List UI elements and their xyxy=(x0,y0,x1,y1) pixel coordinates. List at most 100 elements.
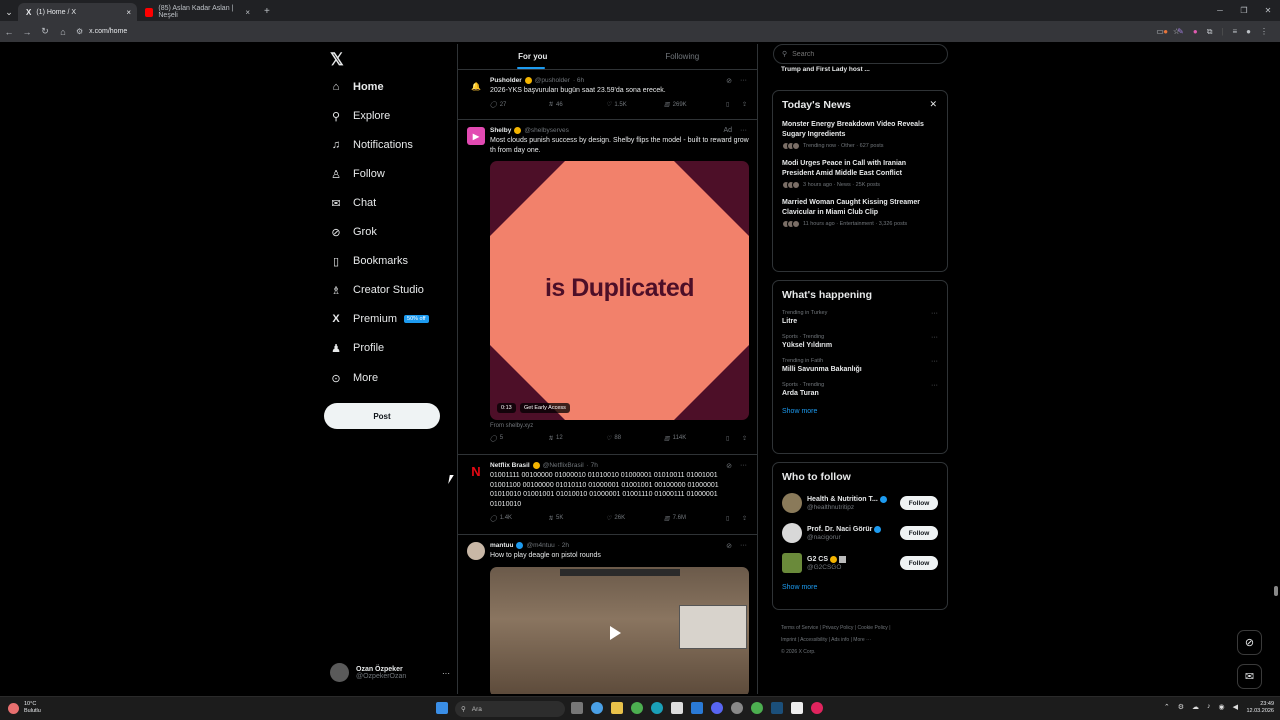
more-icon[interactable]: ··· xyxy=(740,127,747,134)
extension-icon[interactable]: ● xyxy=(1193,27,1198,36)
close-tab-icon[interactable]: × xyxy=(245,8,250,17)
sidebar-item-follow[interactable]: ♙ Follow xyxy=(330,168,385,181)
minimize-icon[interactable]: ─ xyxy=(1208,0,1232,21)
sidebar-item-explore[interactable]: ⚲ Explore xyxy=(330,110,390,123)
follow-button[interactable]: Follow xyxy=(900,556,938,570)
sidebar-item-profile[interactable]: ♟ Profile xyxy=(330,342,384,355)
x-logo-icon[interactable]: 𝕏 xyxy=(330,50,344,70)
like-button[interactable]: ♡ 1.5K xyxy=(606,101,664,109)
reload-icon[interactable]: ↻ xyxy=(36,26,54,37)
follow-suggestion[interactable]: Health & Nutrition T... @healthnutritipz… xyxy=(782,493,938,513)
sidebar-item-chat[interactable]: ✉ Chat xyxy=(330,197,376,210)
extension-icon[interactable]: ● xyxy=(1163,27,1168,36)
tweet-author-handle[interactable]: @pusholder xyxy=(535,77,570,84)
like-button[interactable]: ♡ 88 xyxy=(606,435,664,442)
like-button[interactable]: ♡ 26K xyxy=(606,515,664,522)
follow-suggestion[interactable]: G2 CS @G2CSGO Follow xyxy=(782,553,938,573)
cta-button[interactable]: Get Early Access xyxy=(520,403,570,413)
tweet-video[interactable]: is Duplicated 0:13 Get Early Access xyxy=(490,161,749,420)
messages-button[interactable]: ✉ xyxy=(1237,664,1262,689)
trend-item[interactable]: Trending in Turkey Litre ··· xyxy=(782,310,938,325)
footer-link[interactable]: Imprint xyxy=(781,637,796,643)
footer-link[interactable]: Ads info xyxy=(831,637,849,643)
vscode-icon[interactable] xyxy=(691,702,703,714)
bookmarks-bar-icon[interactable]: ≡ xyxy=(1232,27,1237,36)
more-icon[interactable]: ··· xyxy=(931,334,938,341)
maximize-icon[interactable]: ❐ xyxy=(1232,0,1256,21)
more-icon[interactable]: ··· xyxy=(442,669,450,678)
ad-source[interactable]: From shelby.xyz xyxy=(490,423,749,429)
tweet[interactable]: 🔔 Pusholder @pusholder · 6h ⊘ ··· 2026-YK… xyxy=(458,70,757,120)
netflix-logo-icon[interactable]: N xyxy=(467,462,485,480)
footer-link[interactable]: Terms of Service xyxy=(781,625,818,631)
tweet[interactable]: mantuu @m4ntuu · 2h ⊘ ··· How to play dea… xyxy=(458,535,757,694)
taskbar-search[interactable]: ⚲ Ara xyxy=(455,701,565,717)
share-icon[interactable]: ⇪ xyxy=(742,435,747,442)
avatar[interactable]: ▶ xyxy=(467,127,485,145)
grok-icon[interactable]: ⊘ xyxy=(726,462,732,470)
tweet-time[interactable]: · 6h xyxy=(573,77,584,84)
avatar[interactable]: 🔔 xyxy=(467,77,485,95)
back-icon[interactable]: ← xyxy=(0,27,18,37)
retweet-button[interactable]: ⇅ 46 xyxy=(548,101,606,109)
steam-icon[interactable] xyxy=(771,702,783,714)
more-icon[interactable]: ··· xyxy=(740,542,747,550)
sidebar-item-premium[interactable]: X Premium 50% off xyxy=(330,313,429,325)
weather-widget[interactable]: 10°C Bulutlu xyxy=(8,701,41,715)
grok-icon[interactable]: ⊘ xyxy=(726,77,732,85)
footer-link[interactable]: Privacy Policy xyxy=(822,625,853,631)
browser-tab-x-home[interactable]: X (1) Home / X × xyxy=(18,3,137,21)
show-more-link[interactable]: Show more xyxy=(782,408,938,415)
avatar[interactable] xyxy=(782,523,802,543)
show-more-link[interactable]: Show more xyxy=(782,584,938,591)
menu-icon[interactable]: ⋮ xyxy=(1260,27,1268,36)
tab-following[interactable]: Following xyxy=(608,44,758,69)
new-tab-icon[interactable]: + xyxy=(256,3,278,21)
sidebar-item-home[interactable]: ⌂ Home xyxy=(330,81,384,93)
grok-icon[interactable]: ⊘ xyxy=(726,542,732,550)
chrome-icon[interactable] xyxy=(631,702,643,714)
more-icon[interactable]: ··· xyxy=(931,382,938,389)
post-button[interactable]: Post xyxy=(324,403,440,429)
tweet-author-name[interactable]: Pusholder xyxy=(490,77,522,84)
sidebar-item-more[interactable]: ⊙ More xyxy=(330,372,378,385)
address-bar[interactable]: x.com/home xyxy=(89,28,127,35)
puzzle-icon[interactable]: ⧉ xyxy=(1207,27,1213,37)
trend-item[interactable]: Sports · Trending Arda Turan ··· xyxy=(782,382,938,397)
avatar[interactable] xyxy=(467,542,485,560)
share-icon[interactable]: ⇪ xyxy=(742,101,747,108)
game-video-frame[interactable] xyxy=(490,566,749,694)
page-scrollbar[interactable] xyxy=(1274,586,1278,596)
share-icon[interactable]: ⇪ xyxy=(742,515,747,522)
search-input[interactable] xyxy=(792,50,933,58)
copilot-icon[interactable] xyxy=(591,702,603,714)
views-button[interactable]: ▥ 269K xyxy=(664,101,726,109)
tab-list-icon[interactable]: ⌄ xyxy=(0,3,18,21)
chrome-active-icon[interactable] xyxy=(751,702,763,714)
tweet-ad[interactable]: ▶ Shelby @shelbyserves Ad ··· Most clouds… xyxy=(458,120,757,455)
promo-video-frame[interactable]: is Duplicated 0:13 Get Early Access xyxy=(490,161,749,420)
sidebar-item-notifications[interactable]: ♫ Notifications xyxy=(330,139,413,151)
tweet-author-handle[interactable]: @NetflixBrasil xyxy=(543,462,584,469)
news-item[interactable]: Married Woman Caught Kissing Streamer Cl… xyxy=(782,198,938,228)
media-player-icon[interactable] xyxy=(811,702,823,714)
trending-snippet[interactable]: Trump and First Lady host ... xyxy=(781,66,941,74)
tweet-time[interactable]: · 7h xyxy=(587,462,598,469)
store-icon[interactable] xyxy=(671,702,683,714)
follow-button[interactable]: Follow xyxy=(900,526,938,540)
browser-tab-youtube[interactable]: (85) Aslan Kadar Aslan | Neşeli × xyxy=(137,3,256,21)
tweet[interactable]: N Netflix Brasil @NetflixBrasil · 7h ⊘ ··… xyxy=(458,455,757,535)
tweet-author-name[interactable]: Netflix Brasil xyxy=(490,462,530,469)
profile-icon[interactable]: ● xyxy=(1246,27,1251,36)
network-icon[interactable]: ◉ xyxy=(1219,703,1225,711)
views-button[interactable]: ▥ 7.6M xyxy=(664,515,726,522)
follow-button[interactable]: Follow xyxy=(900,496,938,510)
more-icon[interactable]: ··· xyxy=(931,310,938,317)
retweet-button[interactable]: ⇅ 5K xyxy=(548,515,606,522)
bookmark-icon[interactable]: ▯ xyxy=(726,515,742,522)
avatar[interactable] xyxy=(782,493,802,513)
task-view-icon[interactable] xyxy=(571,702,583,714)
reply-button[interactable]: ◯ 27 xyxy=(490,101,548,109)
system-clock[interactable]: 23:49 12.03.2026 xyxy=(1246,701,1274,715)
chevron-up-icon[interactable]: ⌃ xyxy=(1164,703,1170,711)
